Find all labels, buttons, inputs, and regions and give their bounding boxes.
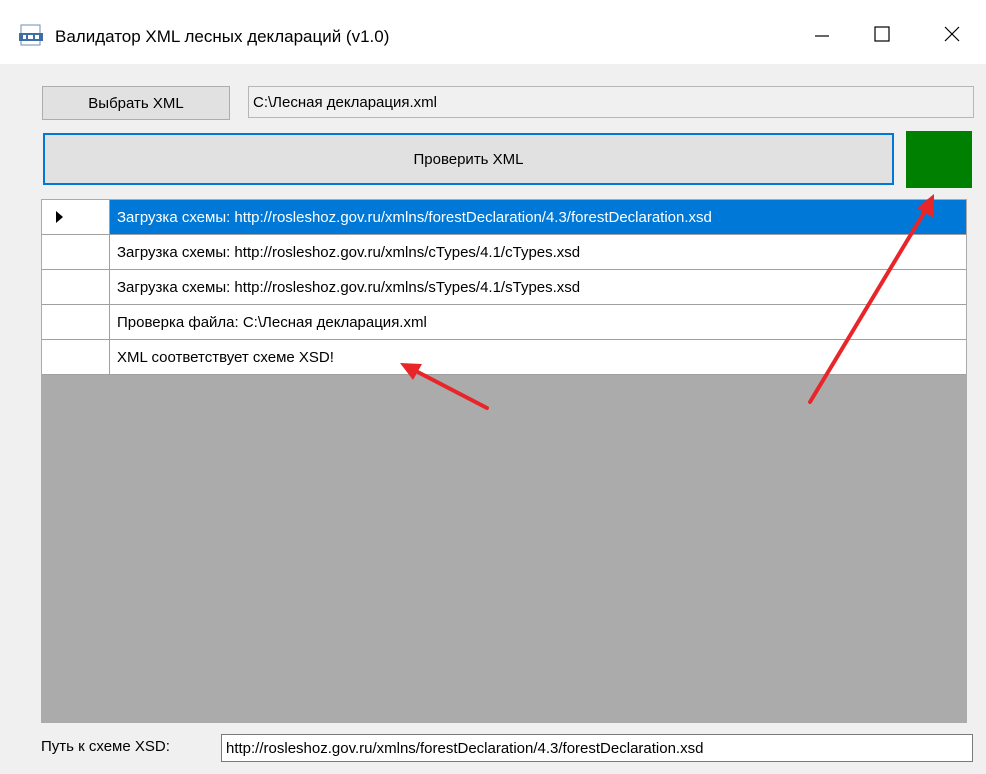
xsd-path-field[interactable]: http://rosleshoz.gov.ru/xmlns/forestDecl… <box>221 734 973 762</box>
log-row[interactable]: XML соответствует схеме XSD! <box>42 340 966 375</box>
close-icon <box>944 26 960 42</box>
check-xml-button[interactable]: Проверить XML <box>43 133 894 185</box>
log-cell[interactable]: Загрузка схемы: http://rosleshoz.gov.ru/… <box>110 200 966 234</box>
maximize-icon <box>874 26 890 42</box>
log-rows: Загрузка схемы: http://rosleshoz.gov.ru/… <box>42 200 966 375</box>
log-grid[interactable]: Загрузка схемы: http://rosleshoz.gov.ru/… <box>41 199 967 723</box>
select-xml-button[interactable]: Выбрать XML <box>42 86 230 120</box>
current-row-marker-icon <box>56 211 63 223</box>
row-header[interactable] <box>42 235 110 269</box>
close-button[interactable] <box>925 12 979 56</box>
window-title: Валидатор XML лесных деклараций (v1.0) <box>55 27 390 46</box>
log-row[interactable]: Проверка файла: C:\Лесная декларация.xml <box>42 305 966 340</box>
maximize-button[interactable] <box>855 12 909 56</box>
minimize-icon <box>815 35 829 37</box>
log-row[interactable]: Загрузка схемы: http://rosleshoz.gov.ru/… <box>42 200 966 235</box>
log-cell[interactable]: Загрузка схемы: http://rosleshoz.gov.ru/… <box>110 235 966 269</box>
log-row[interactable]: Загрузка схемы: http://rosleshoz.gov.ru/… <box>42 270 966 305</box>
xsd-path-label: Путь к схеме XSD: <box>41 738 170 755</box>
row-header[interactable] <box>42 270 110 304</box>
log-cell[interactable]: Загрузка схемы: http://rosleshoz.gov.ru/… <box>110 270 966 304</box>
file-path-field[interactable]: C:\Лесная декларация.xml <box>248 86 974 118</box>
minimize-button[interactable] <box>795 12 849 56</box>
row-header[interactable] <box>42 200 110 234</box>
log-cell[interactable]: Проверка файла: C:\Лесная декларация.xml <box>110 305 966 339</box>
row-header[interactable] <box>42 305 110 339</box>
title-bar: Валидатор XML лесных деклараций (v1.0) <box>0 0 986 64</box>
log-grid-background: Загрузка схемы: http://rosleshoz.gov.ru/… <box>42 200 966 722</box>
row-header[interactable] <box>42 340 110 374</box>
log-row[interactable]: Загрузка схемы: http://rosleshoz.gov.ru/… <box>42 235 966 270</box>
log-cell[interactable]: XML соответствует схеме XSD! <box>110 340 966 374</box>
status-indicator <box>906 131 972 188</box>
xml-file-icon <box>19 24 43 46</box>
